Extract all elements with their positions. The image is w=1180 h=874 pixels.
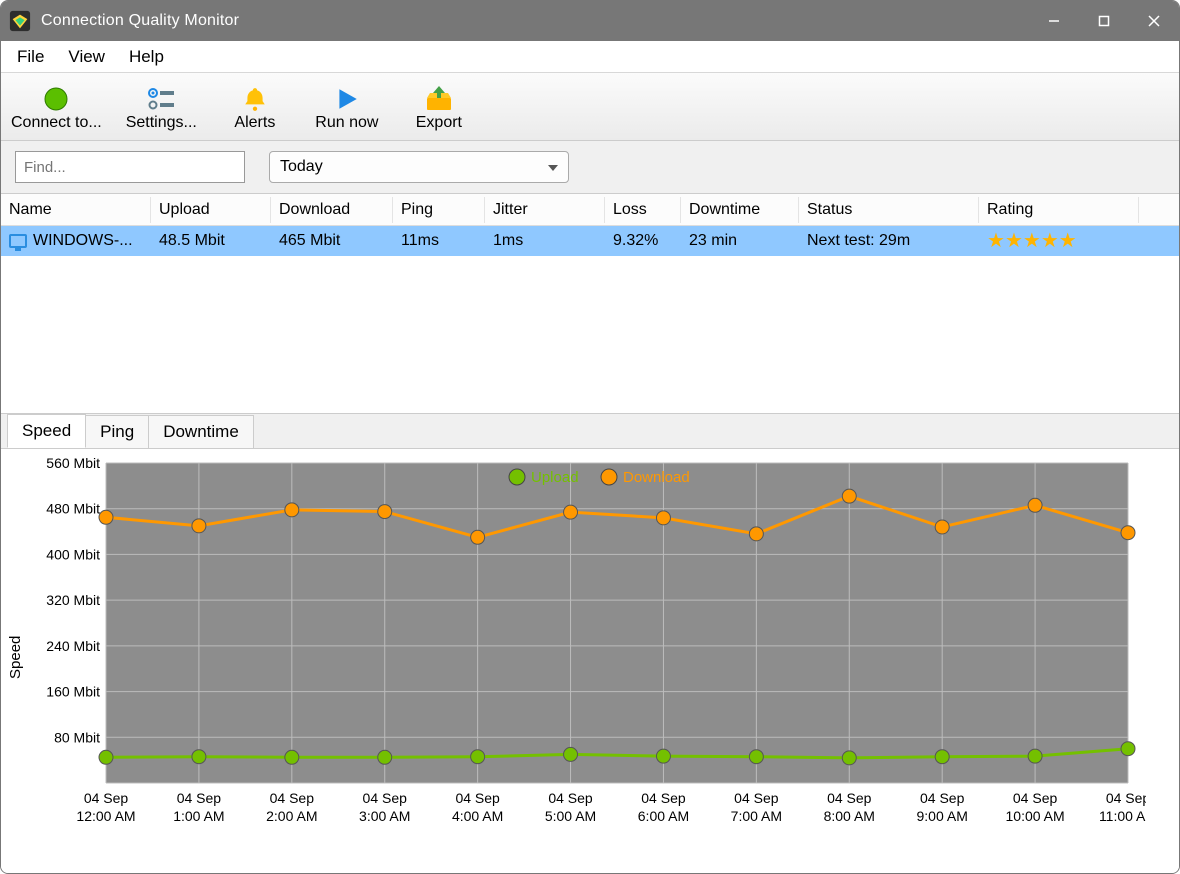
- export-button[interactable]: Export: [397, 77, 481, 137]
- cell-downtime: 23 min: [681, 228, 799, 254]
- svg-text:2:00 AM: 2:00 AM: [266, 808, 317, 824]
- svg-text:5:00 AM: 5:00 AM: [545, 808, 596, 824]
- svg-text:04 Sep: 04 Sep: [734, 790, 779, 806]
- chart-ylabel: Speed: [5, 453, 26, 861]
- table-row[interactable]: WINDOWS-... 48.5 Mbit 465 Mbit 11ms 1ms …: [1, 226, 1179, 256]
- speed-chart: 80 Mbit 160 Mbit 240 Mbit 320 Mbit 400 Mbit 4…: [26, 453, 1146, 843]
- col-download[interactable]: Download: [271, 197, 393, 223]
- chart-tabs: Speed Ping Downtime: [1, 414, 1179, 448]
- col-loss[interactable]: Loss: [605, 197, 681, 223]
- cell-jitter: 1ms: [485, 228, 605, 254]
- svg-text:480 Mbit: 480 Mbit: [46, 501, 100, 517]
- svg-text:6:00 AM: 6:00 AM: [638, 808, 689, 824]
- settings-button[interactable]: Settings...: [118, 77, 205, 137]
- svg-text:Download: Download: [623, 469, 690, 486]
- svg-text:320 Mbit: 320 Mbit: [46, 592, 100, 608]
- svg-text:160 Mbit: 160 Mbit: [46, 684, 100, 700]
- cell-ping: 11ms: [393, 228, 485, 254]
- svg-text:560 Mbit: 560 Mbit: [46, 455, 100, 471]
- svg-text:04 Sep: 04 Sep: [920, 790, 965, 806]
- col-status[interactable]: Status: [799, 197, 979, 223]
- svg-text:1:00 AM: 1:00 AM: [173, 808, 224, 824]
- settings-label: Settings...: [126, 114, 197, 132]
- cell-status: Next test: 29m: [799, 228, 979, 254]
- svg-text:04 Sep: 04 Sep: [84, 790, 129, 806]
- cell-name: WINDOWS-...: [1, 228, 151, 254]
- svg-text:04 Sep: 04 Sep: [548, 790, 593, 806]
- tab-speed[interactable]: Speed: [7, 414, 86, 448]
- cell-upload: 48.5 Mbit: [151, 228, 271, 254]
- play-icon: [334, 84, 360, 114]
- menu-view[interactable]: View: [56, 44, 117, 70]
- tab-ping[interactable]: Ping: [85, 415, 149, 448]
- bell-icon: [242, 84, 268, 114]
- svg-text:04 Sep: 04 Sep: [363, 790, 408, 806]
- svg-text:4:00 AM: 4:00 AM: [452, 808, 503, 824]
- svg-text:7:00 AM: 7:00 AM: [731, 808, 782, 824]
- col-downtime[interactable]: Downtime: [681, 197, 799, 223]
- col-name[interactable]: Name: [1, 197, 151, 223]
- svg-text:12:00 AM: 12:00 AM: [76, 808, 135, 824]
- rating-stars: ★★★★★: [987, 231, 1131, 251]
- svg-text:3:00 AM: 3:00 AM: [359, 808, 410, 824]
- svg-text:10:00 AM: 10:00 AM: [1006, 808, 1065, 824]
- svg-text:9:00 AM: 9:00 AM: [916, 808, 967, 824]
- find-input[interactable]: [15, 151, 245, 183]
- menubar: File View Help: [1, 41, 1179, 73]
- col-jitter[interactable]: Jitter: [485, 197, 605, 223]
- svg-text:240 Mbit: 240 Mbit: [46, 638, 100, 654]
- svg-text:400 Mbit: 400 Mbit: [46, 546, 100, 562]
- export-icon: [424, 84, 454, 114]
- export-label: Export: [416, 114, 462, 132]
- svg-text:04 Sep: 04 Sep: [827, 790, 872, 806]
- cell-rating: ★★★★★: [979, 227, 1139, 255]
- svg-text:8:00 AM: 8:00 AM: [824, 808, 875, 824]
- col-upload[interactable]: Upload: [151, 197, 271, 223]
- table-header: Name Upload Download Ping Jitter Loss Do…: [1, 194, 1179, 226]
- chevron-down-icon: [548, 158, 558, 176]
- titlebar: Connection Quality Monitor: [1, 1, 1179, 41]
- maximize-button[interactable]: [1079, 1, 1129, 41]
- svg-text:04 Sep: 04 Sep: [270, 790, 315, 806]
- svg-text:04 Sep: 04 Sep: [1013, 790, 1058, 806]
- connect-icon: [43, 84, 69, 114]
- chart-panel: Speed 80 Mbit 160 Mbit 240 Mbit 320 Mbit 400…: [1, 448, 1179, 873]
- run-now-button[interactable]: Run now: [305, 77, 389, 137]
- connections-table: Name Upload Download Ping Jitter Loss Do…: [1, 194, 1179, 414]
- svg-text:80 Mbit: 80 Mbit: [54, 729, 100, 745]
- alerts-label: Alerts: [234, 114, 275, 132]
- toolbar: Connect to... Settings... Alerts: [1, 73, 1179, 141]
- col-rating[interactable]: Rating: [979, 197, 1139, 223]
- svg-text:04 Sep: 04 Sep: [1106, 790, 1146, 806]
- svg-text:04 Sep: 04 Sep: [455, 790, 500, 806]
- alerts-button[interactable]: Alerts: [213, 77, 297, 137]
- cell-download: 465 Mbit: [271, 228, 393, 254]
- svg-text:04 Sep: 04 Sep: [177, 790, 222, 806]
- date-range-value: Today: [280, 158, 323, 176]
- window-title: Connection Quality Monitor: [41, 12, 239, 30]
- cell-loss: 9.32%: [605, 228, 681, 254]
- monitor-icon: [9, 234, 27, 248]
- run-now-label: Run now: [315, 114, 378, 132]
- app-icon: [9, 10, 31, 32]
- svg-text:04 Sep: 04 Sep: [641, 790, 686, 806]
- settings-icon: [146, 84, 176, 114]
- menu-file[interactable]: File: [5, 44, 56, 70]
- connect-label: Connect to...: [11, 114, 102, 132]
- svg-text:11:00 AM: 11:00 AM: [1099, 808, 1146, 824]
- menu-help[interactable]: Help: [117, 44, 176, 70]
- tab-downtime[interactable]: Downtime: [148, 415, 254, 448]
- svg-text:Upload: Upload: [531, 469, 579, 486]
- filter-bar: Today: [1, 141, 1179, 194]
- col-ping[interactable]: Ping: [393, 197, 485, 223]
- minimize-button[interactable]: [1029, 1, 1079, 41]
- date-range-select[interactable]: Today: [269, 151, 569, 183]
- connect-to-button[interactable]: Connect to...: [3, 77, 110, 137]
- close-button[interactable]: [1129, 1, 1179, 41]
